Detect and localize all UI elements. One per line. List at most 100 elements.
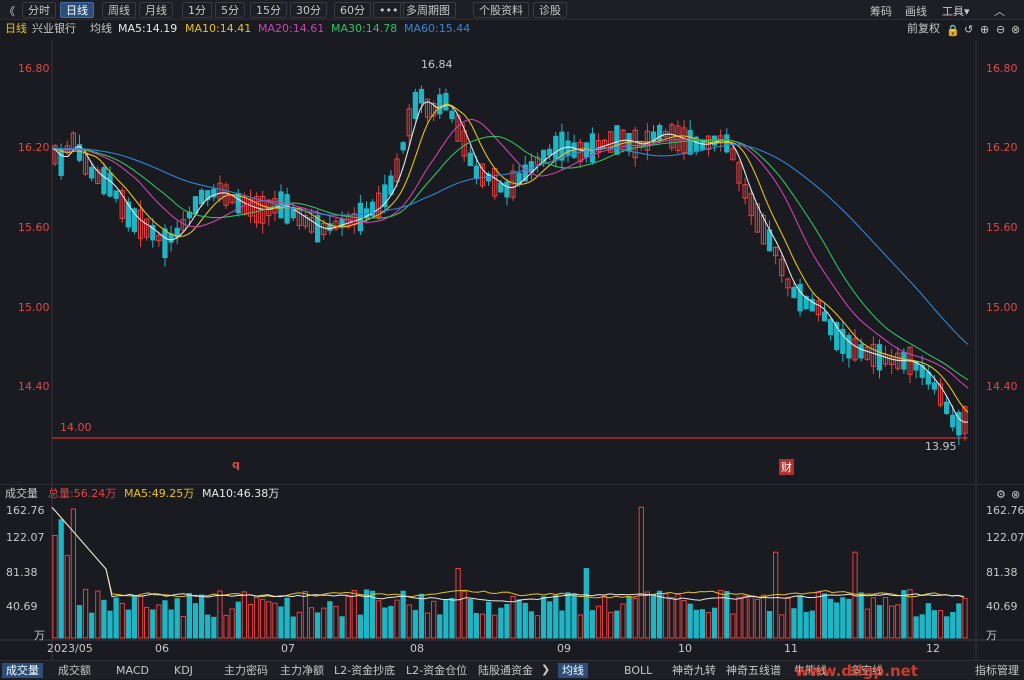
date-label: 06 [155, 642, 169, 655]
settings-icon[interactable]: ⚙ [996, 486, 1006, 503]
volume-bar [260, 598, 266, 639]
volume-bar [913, 616, 919, 639]
indicator-tab[interactable]: L2-资金抄底 [330, 663, 399, 678]
volume-bar [52, 534, 58, 639]
date-label: 08 [410, 642, 424, 655]
volume-bar [754, 598, 760, 639]
volume-bar [583, 568, 589, 639]
close-icon[interactable]: ⊗ [1011, 486, 1020, 503]
volume-bar [339, 616, 345, 639]
price-tick-right: 15.00 [986, 301, 1018, 314]
volume-bar [766, 610, 773, 639]
volume-bar [473, 612, 480, 639]
volume-bar [351, 589, 357, 639]
volume-bar [620, 603, 626, 639]
price-tick-right: 15.60 [986, 221, 1018, 234]
volume-bar [431, 600, 437, 639]
ma10-line [51, 103, 969, 413]
volume-bar [925, 603, 931, 639]
volume-total: 总量:56.24万 [48, 487, 117, 500]
kline-chart[interactable] [0, 0, 1024, 679]
volume-bar [846, 598, 852, 639]
volume-bar [357, 614, 364, 639]
volume-bar [174, 598, 180, 639]
candle-body [504, 181, 510, 198]
candle-body [614, 125, 620, 155]
volume-bar [742, 595, 748, 639]
volume-bar [211, 616, 217, 639]
vol-unit-right: 万 [986, 629, 997, 642]
ma60-line [51, 144, 969, 345]
volume-header: 成交量 总量:56.24万 MA5:49.25万 MA10:46.38万 ⚙ ⊗ [0, 484, 1024, 501]
volume-bar [711, 607, 718, 639]
overlay-tab[interactable]: BOLL [620, 663, 656, 678]
volume-bar [547, 601, 553, 639]
indicator-tab[interactable]: MACD [112, 663, 153, 678]
volume-bar [76, 605, 83, 639]
volume-bar [730, 613, 736, 639]
volume-bar [736, 596, 742, 639]
candle-body [846, 335, 852, 359]
indicator-tab[interactable]: 成交量 [2, 663, 43, 678]
indicator-tab[interactable]: 主力净额 [276, 663, 328, 678]
candle-body [400, 142, 406, 151]
volume-bar [266, 601, 272, 639]
volume-bar [150, 609, 156, 639]
overlay-tab[interactable]: 均线 [558, 663, 588, 678]
volume-bar [864, 608, 870, 639]
candle-body [449, 110, 455, 120]
candle-body [162, 228, 168, 259]
volume-bar [626, 596, 632, 639]
volume-bar [198, 594, 205, 639]
high-label: 16.84 [421, 58, 453, 71]
indicator-tab[interactable]: L2-资金仓位 [402, 663, 471, 678]
indicator-tabs: 成交量 成交额 MACD KDJ 主力密码 主力净额 L2-资金抄底 L2-资金仓位 陆股通资金… [0, 660, 1024, 680]
indicator-tab[interactable]: 主力密码 [220, 663, 272, 678]
overlay-tab[interactable]: 神奇九转 [668, 663, 720, 678]
event-marker-finance[interactable]: 财 [779, 459, 794, 475]
indicator-tab[interactable]: 陆股通资金 [474, 663, 537, 678]
volume-bar [382, 607, 388, 639]
volume-bar [162, 600, 168, 639]
event-marker-q[interactable]: q [232, 458, 240, 471]
indicator-tab[interactable]: KDJ [170, 663, 197, 678]
volume-bar [858, 592, 864, 639]
volume-bar [113, 597, 119, 639]
volume-bar [406, 604, 412, 639]
volume-bar [424, 612, 431, 639]
volume-bar [656, 590, 663, 639]
volume-bar [131, 595, 138, 639]
chevron-right-icon[interactable]: ❯ [541, 663, 550, 676]
volume-bar [278, 606, 284, 639]
volume-bar [565, 592, 571, 639]
volume-bar [748, 596, 754, 639]
volume-bar [962, 597, 968, 639]
volume-bar [418, 593, 425, 639]
overlay-tab[interactable]: 神奇五线谱 [722, 663, 785, 678]
volume-bar [681, 600, 687, 639]
vol-tick-left: 122.07 [6, 531, 45, 544]
price-tick-right: 16.20 [986, 141, 1018, 154]
indicator-tab[interactable]: 成交额 [54, 663, 95, 678]
overlay-tab[interactable]: 指标管理 [971, 663, 1023, 678]
volume-ma5-line [51, 506, 965, 599]
volume-bar [168, 609, 174, 639]
volume-bar [797, 595, 803, 639]
candle-body [192, 196, 199, 214]
volume-bar [443, 599, 449, 639]
candle-body [125, 201, 131, 228]
volume-bar [333, 605, 339, 639]
volume-bar [675, 593, 681, 639]
volume-bar [455, 568, 461, 639]
volume-bar [663, 593, 669, 639]
volume-bar [614, 610, 620, 639]
volume-bar [669, 596, 675, 639]
volume-bar [589, 610, 596, 639]
volume-bar [919, 614, 925, 639]
volume-bar [247, 603, 254, 639]
candle-body [821, 311, 828, 322]
date-label: 09 [557, 642, 571, 655]
candle-body [931, 382, 938, 390]
volume-bar [235, 601, 241, 639]
volume-bar [876, 605, 883, 639]
